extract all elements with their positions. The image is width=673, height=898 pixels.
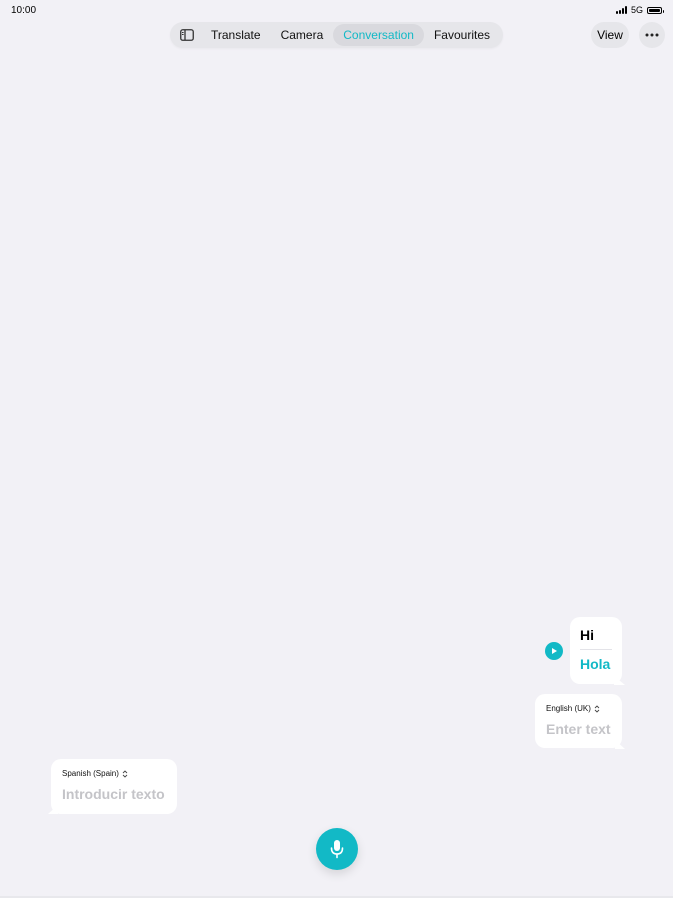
message-source-text: Hi bbox=[580, 627, 594, 643]
network-label: 5G bbox=[630, 5, 643, 15]
more-icon bbox=[645, 33, 659, 37]
english-language-label: English (UK) bbox=[546, 704, 591, 713]
battery-icon bbox=[647, 6, 664, 14]
sidebar-toggle-button[interactable] bbox=[173, 22, 201, 48]
chevron-updown-icon bbox=[122, 769, 128, 778]
more-button[interactable] bbox=[639, 22, 665, 48]
message-translation-text: Hola bbox=[580, 656, 611, 672]
english-text-input[interactable]: Enter text bbox=[546, 721, 611, 737]
microphone-button[interactable] bbox=[316, 828, 358, 870]
tab-conversation[interactable]: Conversation bbox=[333, 24, 424, 46]
sidebar-icon bbox=[180, 29, 194, 41]
chevron-updown-icon bbox=[594, 704, 600, 713]
spanish-language-label: Spanish (Spain) bbox=[62, 769, 119, 778]
status-indicators: 5G bbox=[615, 5, 664, 15]
tab-translate[interactable]: Translate bbox=[201, 24, 271, 46]
mode-tabs: Translate Camera Conversation Favourites bbox=[170, 22, 503, 48]
spanish-text-input[interactable]: Introducir texto bbox=[62, 786, 166, 802]
play-translation-button[interactable] bbox=[545, 642, 563, 660]
english-input-card[interactable]: English (UK) Enter text bbox=[535, 694, 622, 748]
message-bubble: Hi Hola bbox=[570, 617, 622, 684]
status-time: 10:00 bbox=[11, 5, 37, 16]
microphone-icon bbox=[330, 840, 344, 859]
spanish-input-card[interactable]: Spanish (Spain) Introducir texto bbox=[51, 759, 177, 814]
english-language-selector[interactable]: English (UK) bbox=[546, 704, 611, 713]
tab-favourites[interactable]: Favourites bbox=[424, 24, 500, 46]
spanish-language-selector[interactable]: Spanish (Spain) bbox=[62, 769, 166, 778]
signal-icon bbox=[615, 6, 627, 14]
view-button[interactable]: View bbox=[591, 22, 629, 48]
play-icon bbox=[552, 648, 557, 654]
tab-camera[interactable]: Camera bbox=[271, 24, 334, 46]
message-divider bbox=[580, 649, 612, 650]
